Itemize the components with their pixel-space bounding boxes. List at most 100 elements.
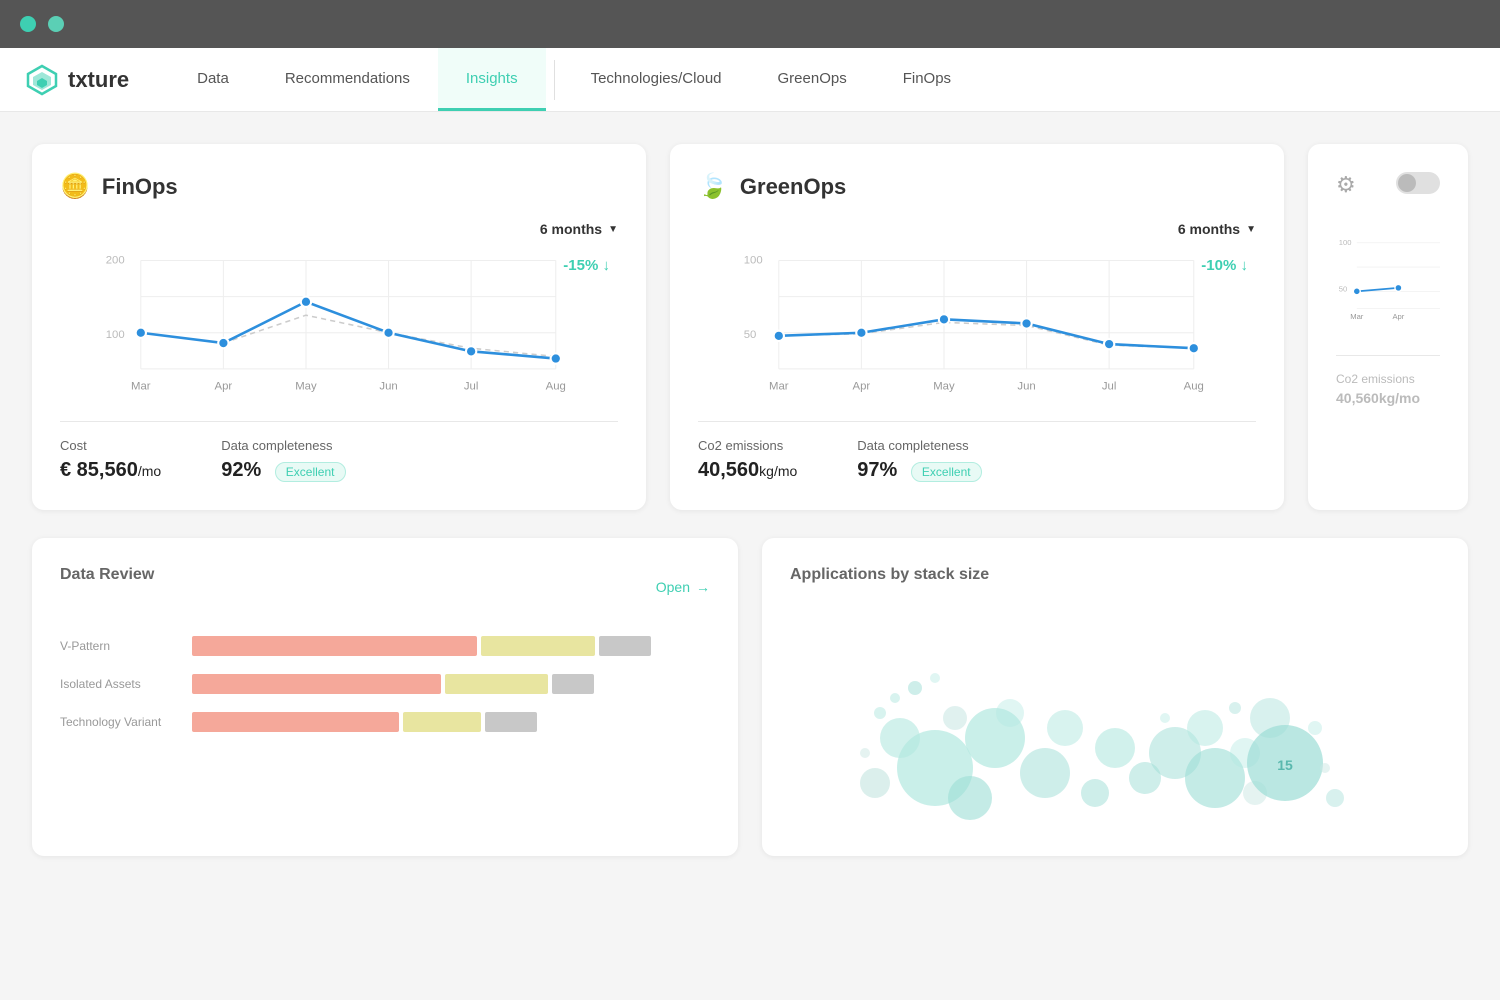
main-content: 🪙 FinOps 6 months ▼ -15% ↓ 200 100 bbox=[0, 112, 1500, 880]
bar-track-tech-variant bbox=[192, 712, 710, 732]
greenops-emissions-value: 40,560kg/mo bbox=[698, 459, 797, 482]
logo[interactable]: txture bbox=[24, 62, 129, 98]
partial-dot-apr bbox=[1395, 284, 1402, 291]
greenops-time-label: 6 months bbox=[1178, 221, 1240, 237]
nav-divider bbox=[554, 60, 555, 100]
bubble-8 bbox=[1081, 779, 1109, 807]
bar-item-tech-variant: Technology Variant bbox=[60, 712, 710, 732]
finops-x-jun: Jun bbox=[379, 381, 397, 393]
greenops-x-may: May bbox=[933, 381, 955, 393]
nav-item-technologies[interactable]: Technologies/Cloud bbox=[563, 48, 750, 111]
finops-x-apr: Apr bbox=[215, 381, 233, 393]
bar-item-isolated: Isolated Assets bbox=[60, 674, 710, 694]
bubble-6 bbox=[1047, 710, 1083, 746]
partial-y-100: 100 bbox=[1339, 238, 1352, 247]
greenops-dot-apr bbox=[856, 328, 866, 338]
dot-9 bbox=[1320, 763, 1330, 773]
nav-items: Data Recommendations Insights Technologi… bbox=[169, 48, 979, 111]
bubble-chart: 15 bbox=[790, 608, 1440, 828]
dot-5 bbox=[860, 748, 870, 758]
open-arrow-icon: → bbox=[696, 579, 710, 595]
greenops-x-aug: Aug bbox=[1184, 381, 1204, 393]
greenops-x-mar: Mar bbox=[769, 381, 789, 393]
gear-icon[interactable]: ⚙ bbox=[1336, 172, 1356, 198]
bar-seg-yellow-tech-variant bbox=[403, 712, 481, 732]
finops-y-200: 200 bbox=[106, 255, 125, 267]
greenops-card: 🍃 GreenOps 6 months ▼ -10% ↓ 100 50 bbox=[670, 144, 1284, 510]
finops-dot-apr bbox=[218, 338, 228, 348]
partial-x-mar: Mar bbox=[1350, 312, 1364, 321]
bar-label-isolated: Isolated Assets bbox=[60, 677, 180, 691]
greenops-time-selector[interactable]: 6 months ▼ bbox=[698, 221, 1256, 237]
apps-by-stack-card: Applications by stack size bbox=[762, 538, 1468, 856]
finops-dot-jul bbox=[466, 346, 476, 356]
greenops-x-jul: Jul bbox=[1102, 381, 1117, 393]
bubble-12 bbox=[943, 706, 967, 730]
finops-completeness-value: 92% Excellent bbox=[221, 459, 345, 482]
greenops-dot-mar bbox=[774, 331, 784, 341]
dot-1 bbox=[874, 707, 886, 719]
greenops-emissions-label: Co2 emissions bbox=[698, 438, 797, 453]
nav-item-recommendations[interactable]: Recommendations bbox=[257, 48, 438, 111]
nav-item-insights[interactable]: Insights bbox=[438, 48, 546, 111]
bar-item-vpattern: V-Pattern bbox=[60, 636, 710, 656]
finops-icon: 🪙 bbox=[60, 172, 90, 201]
finops-x-mar: Mar bbox=[131, 381, 151, 393]
bar-seg-yellow-isolated bbox=[445, 674, 549, 694]
greenops-chart: -10% ↓ 100 50 bbox=[698, 245, 1256, 405]
finops-dropdown-arrow: ▼ bbox=[608, 224, 618, 235]
greenops-card-header: 🍃 GreenOps bbox=[698, 172, 1256, 201]
bubble-4 bbox=[880, 718, 920, 758]
open-link[interactable]: Open → bbox=[656, 579, 710, 595]
greenops-dot-may bbox=[939, 314, 949, 324]
bar-seg-gray-tech-variant bbox=[485, 712, 537, 732]
partial-divider bbox=[1336, 355, 1440, 356]
greenops-dot-jun bbox=[1021, 318, 1031, 328]
data-review-card: Data Review Open → V-Pattern Isolated As… bbox=[32, 538, 738, 856]
navigation: txture Data Recommendations Insights Tec… bbox=[0, 48, 1500, 112]
greenops-y-50: 50 bbox=[744, 329, 757, 341]
finops-x-aug: Aug bbox=[546, 381, 566, 393]
finops-completeness-badge: Excellent bbox=[275, 462, 346, 482]
toggle-switch[interactable] bbox=[1396, 172, 1440, 194]
data-review-title: Data Review bbox=[60, 566, 154, 584]
bar-seg-yellow-vpattern bbox=[481, 636, 595, 656]
finops-data-line bbox=[141, 302, 556, 359]
bottom-row: Data Review Open → V-Pattern Isolated As… bbox=[32, 538, 1468, 856]
finops-card: 🪙 FinOps 6 months ▼ -15% ↓ 200 100 bbox=[32, 144, 646, 510]
partial-data-line bbox=[1357, 288, 1399, 291]
cards-row: 🪙 FinOps 6 months ▼ -15% ↓ 200 100 bbox=[32, 144, 1468, 510]
bubble-7 bbox=[860, 768, 890, 798]
greenops-x-jun: Jun bbox=[1017, 381, 1035, 393]
bar-track-isolated bbox=[192, 674, 710, 694]
finops-chart-svg: 200 100 bbox=[60, 245, 618, 405]
finops-dot-jun bbox=[383, 328, 393, 338]
dot-3 bbox=[908, 681, 922, 695]
greenops-dropdown-arrow: ▼ bbox=[1246, 224, 1256, 235]
dot-8 bbox=[1308, 721, 1322, 735]
partial-dot-mar bbox=[1353, 288, 1360, 295]
nav-item-greenops[interactable]: GreenOps bbox=[750, 48, 875, 111]
finops-time-label: 6 months bbox=[540, 221, 602, 237]
greenops-x-apr: Apr bbox=[853, 381, 871, 393]
greenops-y-100: 100 bbox=[744, 255, 763, 267]
apps-by-stack-title: Applications by stack size bbox=[790, 566, 1440, 584]
bubble-5 bbox=[1020, 748, 1070, 798]
nav-item-finops[interactable]: FinOps bbox=[875, 48, 979, 111]
bubble-9 bbox=[1095, 728, 1135, 768]
bar-seg-red-vpattern bbox=[192, 636, 477, 656]
finops-time-selector[interactable]: 6 months ▼ bbox=[60, 221, 618, 237]
finops-x-jul: Jul bbox=[464, 381, 479, 393]
greenops-icon: 🍃 bbox=[698, 172, 728, 201]
bar-label-vpattern: V-Pattern bbox=[60, 639, 180, 653]
dot-6 bbox=[1160, 713, 1170, 723]
bubble-3 bbox=[948, 776, 992, 820]
greenops-completeness-badge: Excellent bbox=[911, 462, 982, 482]
toggle-track[interactable] bbox=[1396, 172, 1440, 194]
partial-y-50: 50 bbox=[1339, 284, 1347, 293]
toggle-thumb bbox=[1398, 174, 1416, 192]
finops-dot-aug bbox=[551, 353, 561, 363]
greenops-completeness-stat: Data completeness 97% Excellent bbox=[857, 438, 981, 482]
nav-item-data[interactable]: Data bbox=[169, 48, 257, 111]
finops-dot-may bbox=[301, 297, 311, 307]
